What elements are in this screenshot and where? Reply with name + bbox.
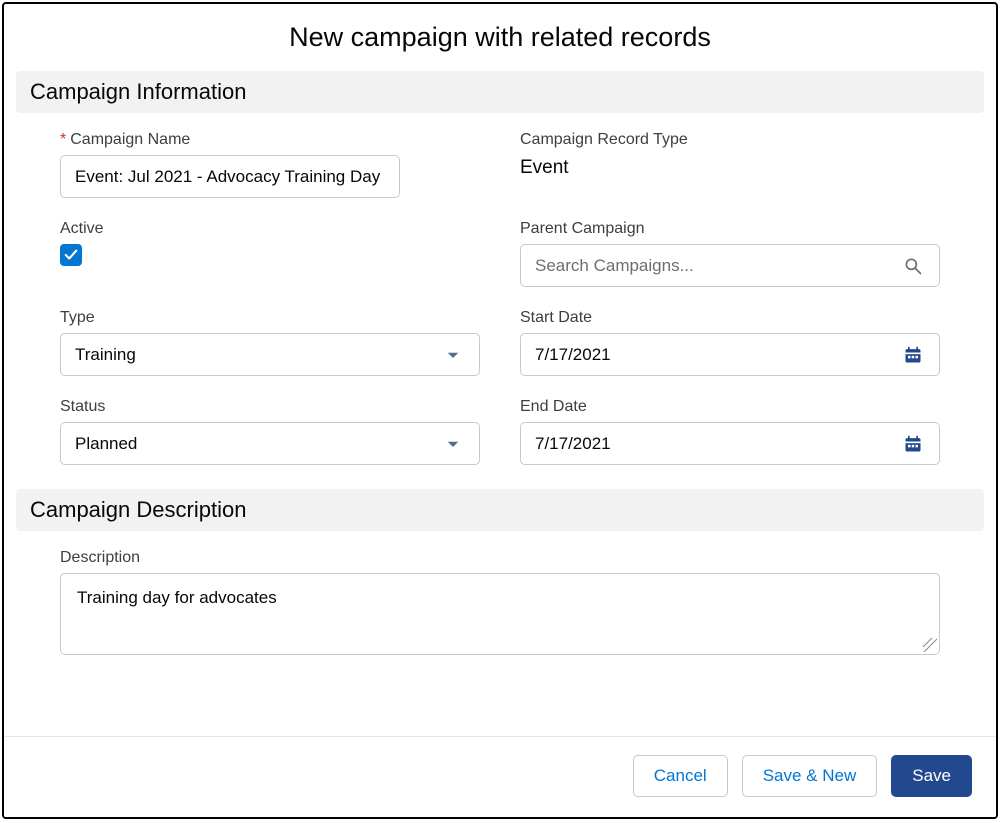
label-type: Type bbox=[60, 309, 480, 327]
required-asterisk: * bbox=[60, 131, 66, 148]
input-campaign-name-value: Event: Jul 2021 - Advocacy Training Day bbox=[75, 167, 380, 187]
modal-body: Campaign Information *Campaign Name Even… bbox=[4, 71, 996, 736]
input-end-date-value: 7/17/2021 bbox=[535, 434, 611, 454]
modal-footer: Cancel Save & New Save bbox=[4, 736, 996, 817]
lookup-parent-campaign[interactable]: Search Campaigns... bbox=[520, 244, 940, 287]
chevron-down-icon bbox=[441, 432, 465, 456]
search-icon bbox=[901, 254, 925, 278]
label-start-date: Start Date bbox=[520, 309, 940, 327]
label-record-type: Campaign Record Type bbox=[520, 131, 940, 149]
save-and-new-button[interactable]: Save & New bbox=[742, 755, 878, 797]
save-button[interactable]: Save bbox=[891, 755, 972, 797]
section-heading: Campaign Information bbox=[30, 79, 970, 105]
calendar-icon bbox=[901, 343, 925, 367]
modal-title: New campaign with related records bbox=[4, 22, 996, 53]
field-parent-campaign: Parent Campaign Search Campaigns... bbox=[520, 220, 940, 287]
campaign-info-grid: *Campaign Name Event: Jul 2021 - Advocac… bbox=[16, 131, 984, 489]
label-active: Active bbox=[60, 220, 480, 238]
resize-handle[interactable] bbox=[923, 638, 937, 652]
input-campaign-name[interactable]: Event: Jul 2021 - Advocacy Training Day bbox=[60, 155, 400, 198]
new-campaign-modal: New campaign with related records Campai… bbox=[2, 2, 998, 819]
label-campaign-name: *Campaign Name bbox=[60, 131, 480, 149]
chevron-down-icon bbox=[441, 343, 465, 367]
field-status: Status Planned bbox=[60, 398, 480, 465]
label-description: Description bbox=[60, 549, 940, 567]
section-heading: Campaign Description bbox=[30, 497, 970, 523]
select-type[interactable]: Training bbox=[60, 333, 480, 376]
textarea-description[interactable]: Training day for advocates bbox=[60, 573, 940, 655]
label-parent-campaign: Parent Campaign bbox=[520, 220, 940, 238]
input-start-date-value: 7/17/2021 bbox=[535, 345, 611, 365]
checkbox-active[interactable] bbox=[60, 244, 82, 266]
cancel-button[interactable]: Cancel bbox=[633, 755, 728, 797]
modal-header: New campaign with related records bbox=[4, 4, 996, 71]
check-icon bbox=[64, 248, 78, 262]
label-end-date: End Date bbox=[520, 398, 940, 416]
field-type: Type Training bbox=[60, 309, 480, 376]
field-start-date: Start Date 7/17/2021 bbox=[520, 309, 940, 376]
field-record-type: Campaign Record Type Event bbox=[520, 131, 940, 198]
input-start-date[interactable]: 7/17/2021 bbox=[520, 333, 940, 376]
textarea-description-value: Training day for advocates bbox=[77, 588, 277, 607]
input-end-date[interactable]: 7/17/2021 bbox=[520, 422, 940, 465]
calendar-icon bbox=[901, 432, 925, 456]
select-type-value: Training bbox=[75, 345, 136, 365]
field-active: Active bbox=[60, 220, 480, 287]
select-status-value: Planned bbox=[75, 434, 137, 454]
value-record-type: Event bbox=[520, 155, 940, 179]
field-end-date: End Date 7/17/2021 bbox=[520, 398, 940, 465]
field-campaign-name: *Campaign Name Event: Jul 2021 - Advocac… bbox=[60, 131, 480, 198]
section-campaign-information: Campaign Information bbox=[16, 71, 984, 113]
label-status: Status bbox=[60, 398, 480, 416]
field-description: Description Training day for advocates bbox=[60, 549, 940, 655]
description-wrap: Description Training day for advocates bbox=[16, 549, 984, 667]
section-campaign-description: Campaign Description bbox=[16, 489, 984, 531]
select-status[interactable]: Planned bbox=[60, 422, 480, 465]
lookup-placeholder: Search Campaigns... bbox=[535, 256, 694, 276]
